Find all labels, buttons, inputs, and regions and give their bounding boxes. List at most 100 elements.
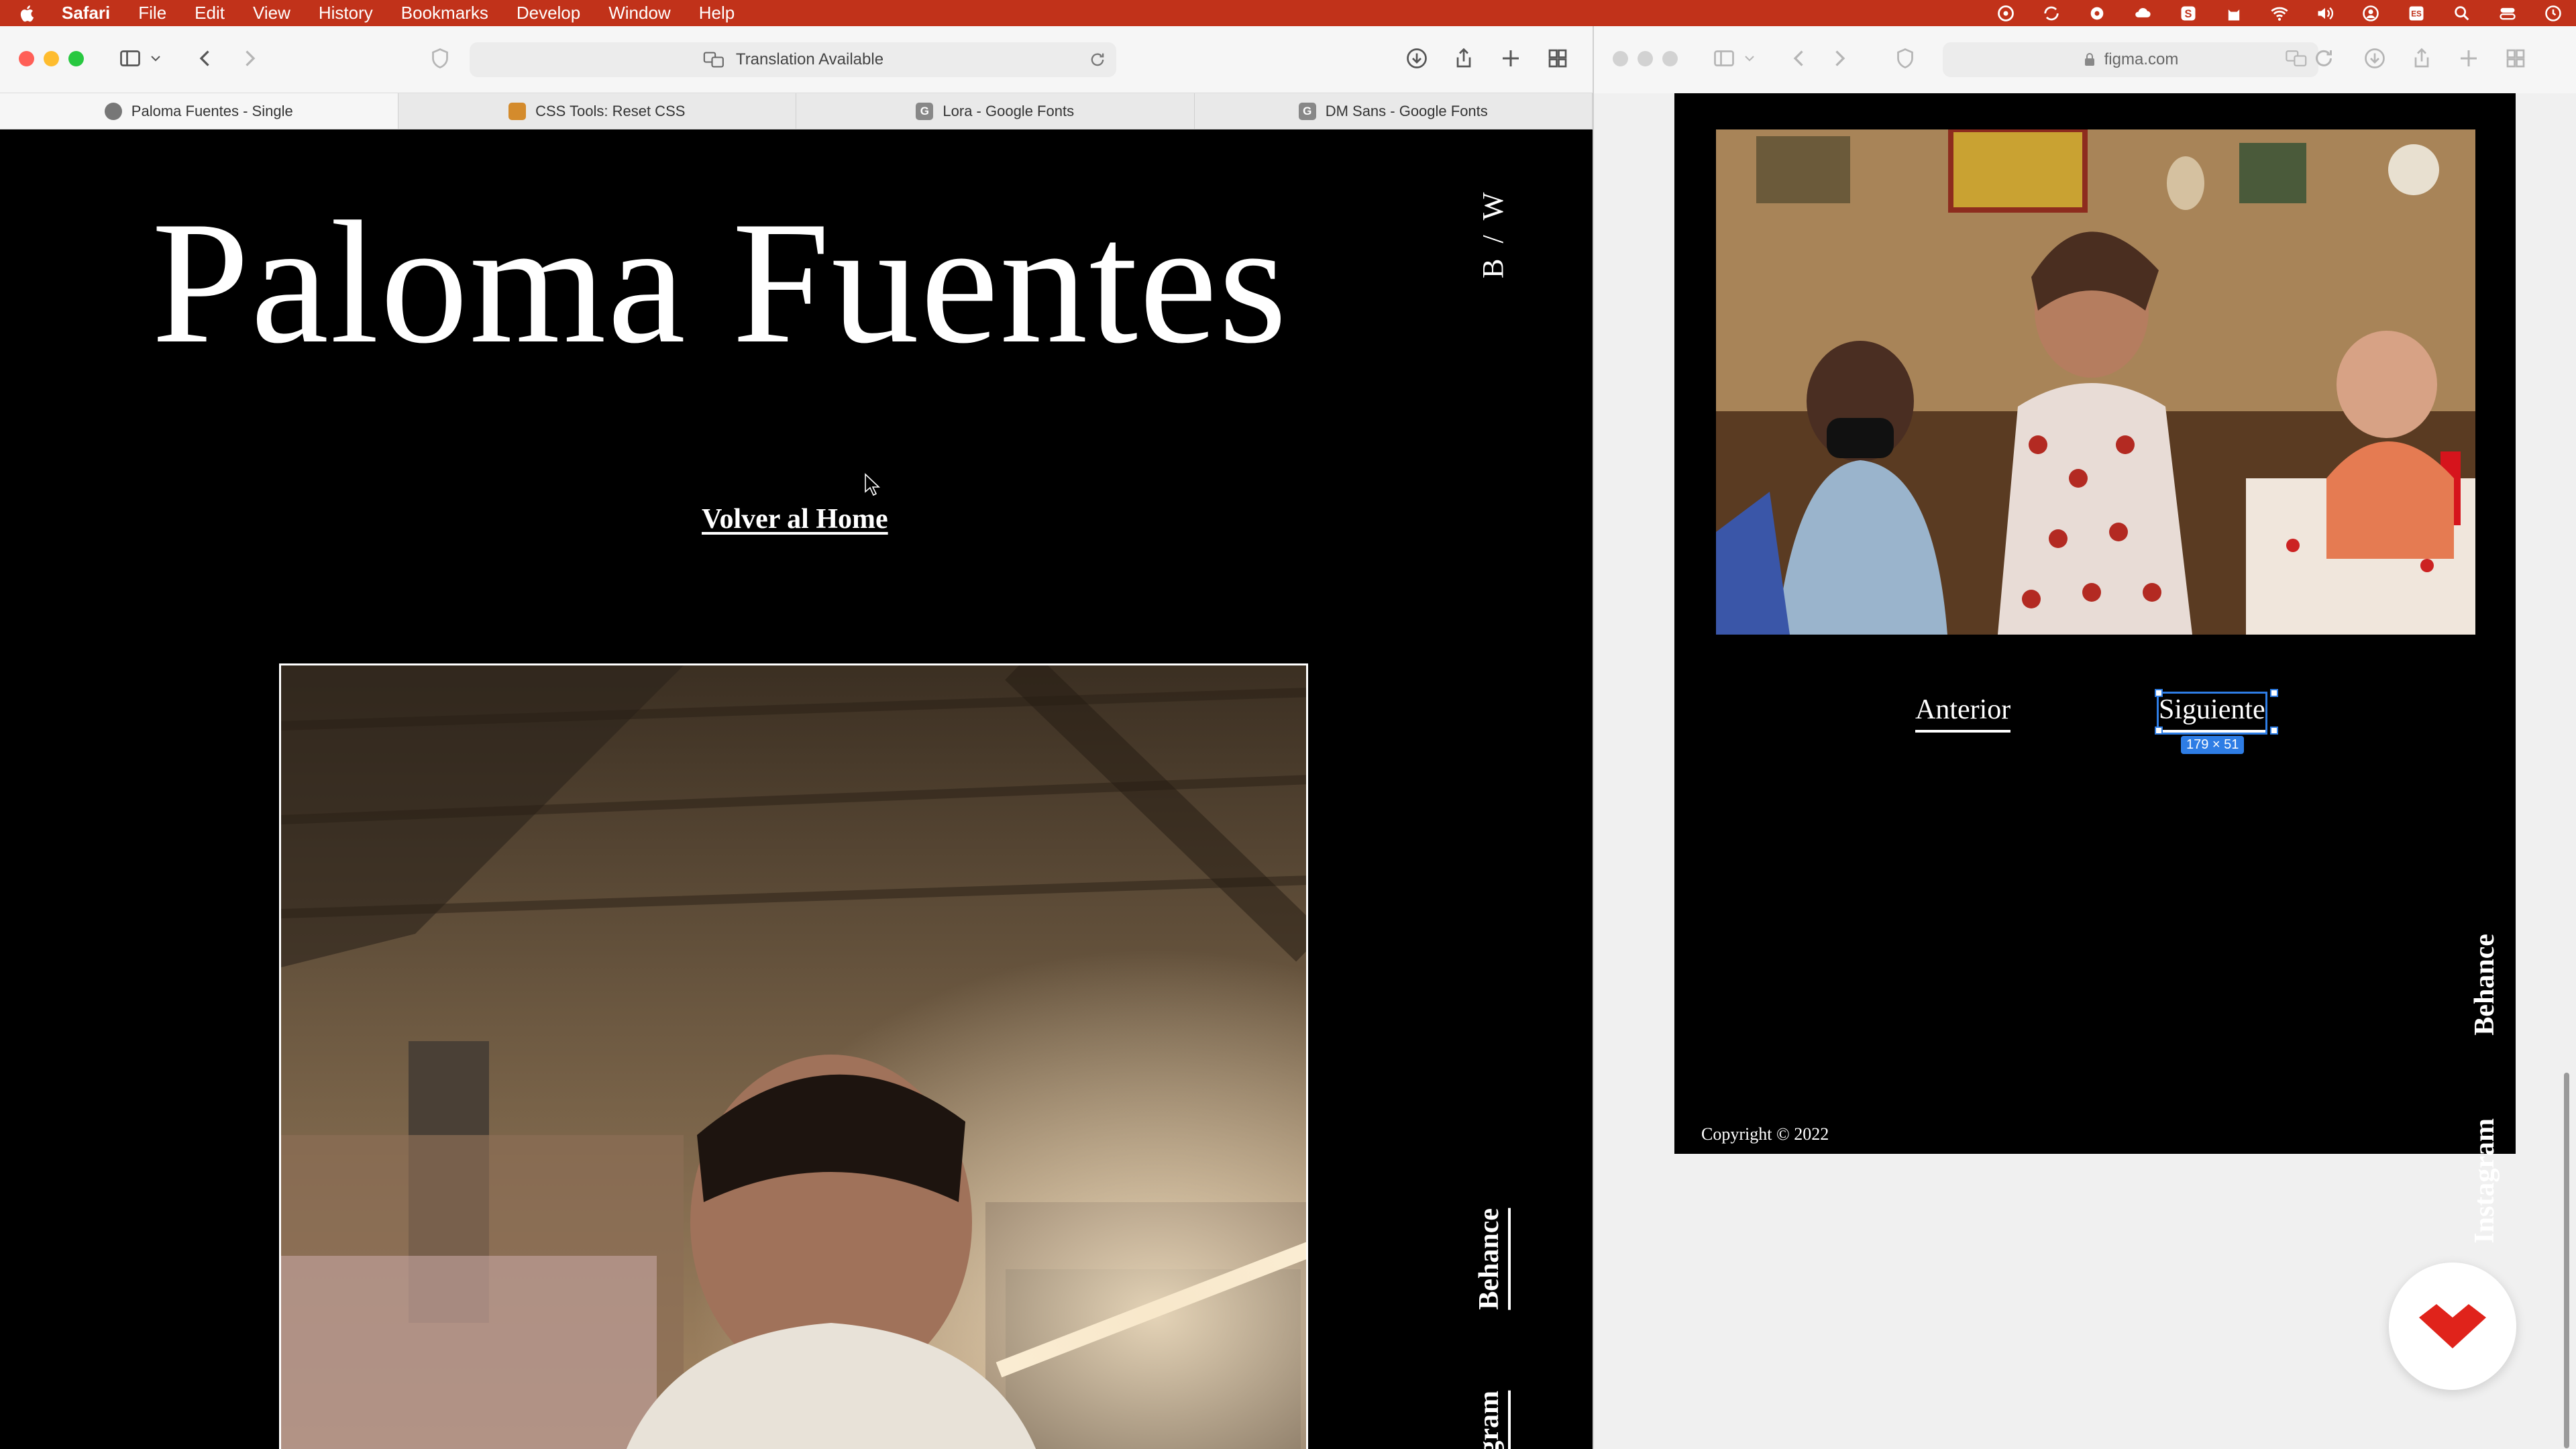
mouse-cursor-icon [865, 473, 880, 496]
selection-size-badge: 179 × 51 [2181, 736, 2245, 754]
address-bar[interactable]: Translation Available [470, 42, 1116, 77]
skype-icon[interactable]: S [2179, 4, 2198, 23]
lock-icon [2084, 53, 2094, 66]
new-tab-icon[interactable] [1493, 41, 1528, 76]
status-bar-icons: S ES [1996, 0, 2563, 26]
address-bar[interactable]: figma.com [1943, 42, 2318, 77]
selection-handle[interactable] [2270, 689, 2278, 697]
download-icon[interactable] [2357, 41, 2392, 76]
back-arrow-icon[interactable] [188, 41, 223, 76]
zoom-window-button[interactable] [68, 51, 84, 66]
close-window-button[interactable] [19, 51, 34, 66]
tab-lora-fonts[interactable]: G Lora - Google Fonts [796, 93, 1195, 129]
forward-arrow-icon[interactable] [1822, 41, 1857, 76]
back-arrow-icon[interactable] [1782, 41, 1817, 76]
browser-toolbar: Translation Available [0, 26, 1593, 93]
new-tab-icon[interactable] [2451, 41, 2486, 76]
next-link[interactable]: Siguiente [2157, 692, 2267, 735]
tab-bar: Paloma Fuentes - Single CSS Tools: Reset… [0, 93, 1593, 129]
page-title: Paloma Fuentes [152, 185, 1289, 380]
tab-dm-sans-fonts[interactable]: G DM Sans - Google Fonts [1195, 93, 1593, 129]
apple-logo-icon[interactable] [17, 3, 38, 23]
instagram-link[interactable]: Instagram [2469, 1118, 2501, 1244]
tab-label: Paloma Fuentes - Single [131, 102, 293, 119]
scrollbar-thumb[interactable] [2564, 1073, 2569, 1448]
menu-app-safari[interactable]: Safari [62, 3, 110, 23]
gear-badge-icon[interactable] [2088, 4, 2106, 23]
tab-overview-icon[interactable] [2498, 41, 2533, 76]
behance-link[interactable]: Behance [1473, 1208, 1511, 1310]
keyboard-language-icon[interactable]: ES [2407, 4, 2426, 23]
creative-cloud-icon[interactable] [1996, 4, 2015, 23]
selection-handle[interactable] [2155, 689, 2163, 697]
github-favicon-icon [104, 102, 122, 120]
zoom-window-button[interactable] [1662, 51, 1678, 66]
css-tools-favicon-icon [508, 102, 527, 120]
browser-window-left: Translation Available Paloma Fuentes - S… [0, 26, 1593, 1449]
menu-window[interactable]: Window [608, 3, 670, 23]
control-center-icon[interactable] [2498, 4, 2517, 23]
page-content: Paloma Fuentes B / W Volver al Home Beha… [0, 129, 1593, 1449]
tab-label: CSS Tools: Reset CSS [535, 102, 686, 119]
address-bar-text: Translation Available [735, 50, 884, 68]
floating-logo-button[interactable] [2389, 1263, 2516, 1390]
brand-logo-icon [2419, 1304, 2486, 1348]
share-icon[interactable] [2404, 41, 2439, 76]
reload-icon[interactable] [2306, 41, 2341, 76]
menu-bar: Safari File Edit View History Bookmarks … [0, 0, 2576, 26]
minimize-window-button[interactable] [44, 51, 59, 66]
selection-handle[interactable] [2270, 727, 2278, 735]
tab-overview-icon[interactable] [1540, 41, 1575, 76]
svg-text:ES: ES [2411, 9, 2422, 18]
tab-label: DM Sans - Google Fonts [1325, 102, 1488, 119]
copyright-text: Copyright © 2022 [1701, 1124, 1829, 1144]
figma-frame: Anterior Siguiente 179 × 51 Behance Inst… [1674, 93, 2516, 1244]
close-window-button[interactable] [1613, 51, 1628, 66]
user-icon[interactable] [2361, 4, 2380, 23]
selection-handle[interactable] [2155, 727, 2163, 735]
sync-icon[interactable] [2042, 4, 2061, 23]
chevron-down-icon[interactable] [1741, 41, 1758, 76]
clock-icon[interactable] [2544, 4, 2563, 23]
translate-icon[interactable] [702, 50, 727, 69]
forward-arrow-icon[interactable] [232, 41, 267, 76]
menu-file[interactable]: File [138, 3, 166, 23]
sidebar-toggle-icon[interactable] [113, 41, 148, 76]
cloud-sync-icon[interactable] [2133, 4, 2152, 23]
menu-bookmarks[interactable]: Bookmarks [401, 3, 488, 23]
behance-link[interactable]: Behance [2469, 934, 2501, 1036]
tab-paloma-fuentes[interactable]: Paloma Fuentes - Single [0, 93, 398, 129]
search-icon[interactable] [2453, 4, 2471, 23]
back-home-link[interactable]: Volver al Home [702, 503, 888, 535]
download-icon[interactable] [1399, 41, 1434, 76]
restaurant-photo [1716, 129, 2475, 635]
privacy-shield-icon[interactable] [423, 41, 458, 76]
window-controls [19, 51, 84, 66]
instagram-link[interactable]: Instagram [1473, 1391, 1511, 1449]
restaurant-photo-image [1716, 129, 2475, 635]
svg-text:S: S [2185, 7, 2192, 19]
minimize-window-button[interactable] [1638, 51, 1653, 66]
privacy-shield-icon[interactable] [1888, 41, 1923, 76]
portrait-photo [279, 663, 1308, 1449]
menu-history[interactable]: History [319, 3, 373, 23]
address-bar-text: figma.com [2104, 50, 2179, 68]
tab-label: Lora - Google Fonts [943, 102, 1075, 119]
wifi-icon[interactable] [2270, 4, 2289, 23]
bw-toggle[interactable]: B / W [1476, 189, 1510, 278]
previous-link[interactable]: Anterior [1915, 694, 2011, 733]
sidebar-toggle-icon[interactable] [1707, 41, 1741, 76]
cat-icon[interactable] [2224, 4, 2243, 23]
browser-toolbar-inactive: figma.com [1594, 26, 2576, 93]
tab-css-tools[interactable]: CSS Tools: Reset CSS [398, 93, 796, 129]
chevron-down-icon[interactable] [148, 41, 164, 76]
menu-help[interactable]: Help [699, 3, 735, 23]
reload-icon[interactable] [1088, 50, 1107, 69]
portrait-photo-image [281, 665, 1306, 1449]
share-icon[interactable] [1446, 41, 1481, 76]
menu-edit[interactable]: Edit [195, 3, 225, 23]
menu-view[interactable]: View [253, 3, 290, 23]
volume-icon[interactable] [2316, 4, 2334, 23]
menu-develop[interactable]: Develop [517, 3, 580, 23]
google-fonts-favicon-icon: G [916, 102, 934, 120]
